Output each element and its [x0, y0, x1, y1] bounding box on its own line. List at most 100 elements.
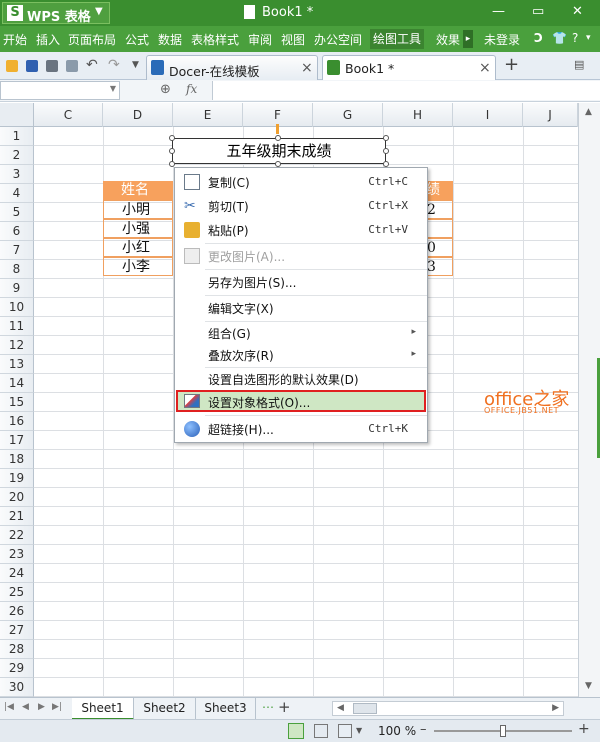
column-header[interactable]: G [313, 103, 383, 127]
menu-data[interactable]: 数据 [158, 31, 182, 48]
save-icon[interactable] [26, 60, 38, 72]
page-break-view-icon[interactable] [314, 724, 328, 738]
new-tab-icon[interactable]: + [504, 54, 519, 75]
menu-insert[interactable]: 插入 [36, 31, 60, 48]
title-textbox[interactable]: 五年级期末成绩 [172, 138, 386, 164]
row-header[interactable]: 21 [0, 507, 34, 526]
close-icon[interactable]: × [479, 60, 491, 76]
menu-review[interactable]: 审阅 [248, 31, 272, 48]
row-header[interactable]: 1 [0, 127, 34, 146]
menu-item-group[interactable]: 组合(G) ▸ [176, 321, 426, 345]
menu-view[interactable]: 视图 [281, 31, 305, 48]
vertical-scrollbar[interactable]: ▲ ▼ [578, 103, 600, 697]
row-header[interactable]: 22 [0, 526, 34, 545]
help-icon[interactable]: ? [572, 31, 578, 45]
full-screen-icon[interactable] [338, 724, 352, 738]
column-header[interactable]: H [383, 103, 453, 127]
skin-icon[interactable]: Ɔ [534, 31, 543, 45]
row-header[interactable]: 18 [0, 450, 34, 469]
resize-handle[interactable] [169, 135, 175, 141]
row-header[interactable]: 29 [0, 659, 34, 678]
column-header[interactable]: D [103, 103, 173, 127]
row-header[interactable]: 27 [0, 621, 34, 640]
rotate-handle[interactable] [276, 124, 279, 134]
zoom-slider-thumb[interactable] [500, 725, 506, 737]
menu-item-edit-text[interactable]: 编辑文字(X) [176, 296, 426, 320]
menu-formula[interactable]: 公式 [125, 31, 149, 48]
row-header[interactable]: 9 [0, 279, 34, 298]
shirt-icon[interactable]: 👕 [552, 31, 567, 45]
name-box[interactable]: ▼ [0, 81, 120, 100]
formula-input[interactable] [212, 81, 600, 100]
row-header[interactable]: 25 [0, 583, 34, 602]
menu-item-paste[interactable]: 粘贴(P) Ctrl+V [176, 218, 426, 242]
menu-page-layout[interactable]: 页面布局 [68, 31, 116, 48]
chevron-down-icon[interactable]: ▼ [132, 60, 139, 70]
row-header[interactable]: 20 [0, 488, 34, 507]
cell-name[interactable]: 小强 [103, 219, 173, 238]
row-header[interactable]: 17 [0, 431, 34, 450]
row-header[interactable]: 11 [0, 317, 34, 336]
print-preview-icon[interactable] [66, 60, 78, 72]
row-header[interactable]: 4 [0, 184, 34, 203]
tab-docer[interactable]: Docer-在线模板 × [146, 55, 318, 80]
cell-header-name[interactable]: 姓名 [103, 181, 173, 200]
maximize-button[interactable]: ▭ [532, 4, 544, 19]
row-header[interactable]: 5 [0, 203, 34, 222]
login-link[interactable]: 未登录 [484, 31, 520, 48]
zoom-icon[interactable]: ⊕ [160, 82, 171, 97]
menu-item-cut[interactable]: ✂ 剪切(T) Ctrl+X [176, 194, 426, 218]
resize-handle[interactable] [383, 135, 389, 141]
menu-item-hyperlink[interactable]: 超链接(H)... Ctrl+K [176, 417, 426, 441]
column-header[interactable]: E [173, 103, 243, 127]
close-icon[interactable]: × [301, 60, 313, 76]
more-sheets-icon[interactable]: ⋯ [262, 700, 274, 714]
sheet-tab-sheet3[interactable]: Sheet3 [196, 698, 256, 720]
cell-name[interactable]: 小明 [103, 200, 173, 219]
chevron-down-icon[interactable]: ▼ [356, 726, 362, 735]
print-icon[interactable] [46, 60, 58, 72]
last-sheet-icon[interactable]: ▶| [52, 702, 62, 712]
first-sheet-icon[interactable]: |◀ [4, 702, 14, 712]
row-header[interactable]: 2 [0, 146, 34, 165]
resize-handle[interactable] [275, 135, 281, 141]
fx-icon[interactable]: fx [186, 82, 197, 96]
tab-book1[interactable]: Book1 * × [322, 55, 496, 80]
column-header[interactable]: C [34, 103, 103, 127]
scroll-left-icon[interactable]: ◀ [337, 703, 344, 713]
row-header[interactable]: 16 [0, 412, 34, 431]
row-header[interactable]: 14 [0, 374, 34, 393]
row-header[interactable]: 24 [0, 564, 34, 583]
menu-item-save-as-picture[interactable]: 另存为图片(S)... [176, 270, 426, 294]
undo-icon[interactable]: ↶ [86, 57, 98, 73]
menu-item-set-default-effect[interactable]: 设置自选图形的默认效果(D) [176, 367, 426, 391]
add-sheet-icon[interactable]: + [278, 698, 291, 716]
row-header[interactable]: 28 [0, 640, 34, 659]
zoom-out-icon[interactable]: – [420, 722, 427, 737]
menu-item-format-object[interactable]: 设置对象格式(O)... [176, 390, 426, 412]
sheet-tab-sheet2[interactable]: Sheet2 [134, 698, 196, 720]
scroll-right-icon[interactable]: ▶ [552, 703, 559, 713]
scroll-down-icon[interactable]: ▼ [585, 681, 592, 691]
cell-name[interactable]: 小李 [103, 257, 173, 276]
select-all-corner[interactable] [0, 103, 34, 127]
column-header[interactable]: I [453, 103, 523, 127]
minimize-button[interactable]: — [492, 4, 505, 19]
resize-handle[interactable] [383, 148, 389, 154]
tab-list-icon[interactable]: ▤ [574, 58, 584, 71]
horizontal-scrollbar[interactable]: ◀ ▶ [332, 701, 564, 716]
sheet-tab-sheet1[interactable]: Sheet1 [72, 698, 134, 720]
row-header[interactable]: 12 [0, 336, 34, 355]
chevron-down-icon[interactable]: ▾ [586, 33, 591, 43]
menu-item-order[interactable]: 叠放次序(R) ▸ [176, 343, 426, 367]
prev-sheet-icon[interactable]: ◀ [22, 702, 29, 712]
menu-effects[interactable]: 效果 [436, 31, 460, 48]
column-header[interactable]: J [523, 103, 578, 127]
scroll-up-icon[interactable]: ▲ [585, 107, 592, 117]
row-header[interactable]: 30 [0, 678, 34, 697]
row-header[interactable]: 8 [0, 260, 34, 279]
row-header[interactable]: 7 [0, 241, 34, 260]
row-header[interactable]: 26 [0, 602, 34, 621]
close-button[interactable]: ✕ [572, 4, 583, 19]
menu-drawing-tools[interactable]: 绘图工具 [370, 29, 425, 49]
